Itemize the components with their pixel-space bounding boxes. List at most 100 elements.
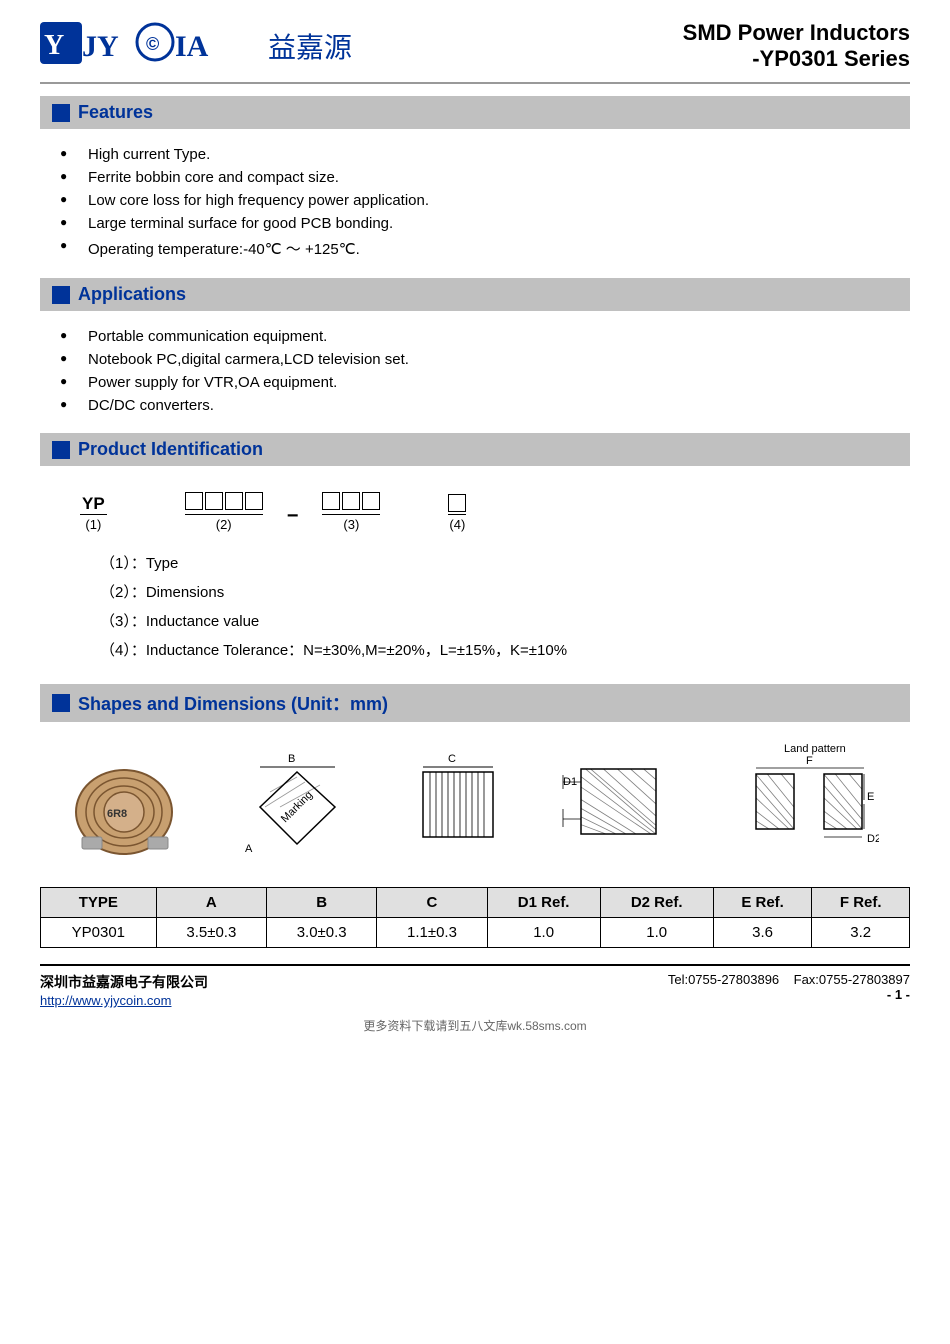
- svg-text:Y: Y: [44, 30, 64, 61]
- pid-group-1: YP (1): [80, 494, 107, 532]
- cell-b: 3.0±0.3: [267, 918, 377, 948]
- logo-chinese: 益嘉源: [268, 26, 352, 66]
- svg-text:E: E: [867, 791, 874, 803]
- pid-box: [205, 492, 223, 510]
- pid-desc-4: （4）：Inductance Tolerance：N=±30%,M=±20%，L…: [100, 639, 870, 660]
- svg-text:Land pattern: Land pattern: [784, 743, 846, 755]
- product-id-section-header: Product Identification: [40, 433, 910, 466]
- main-title: SMD Power Inductors: [683, 20, 910, 46]
- col-d1: D1 Ref.: [487, 888, 600, 918]
- pid-label-4: (4): [449, 517, 465, 532]
- svg-text:6R8: 6R8: [107, 808, 127, 820]
- list-item: Portable communication equipment.: [60, 325, 910, 348]
- features-list: High current Type. Ferrite bobbin core a…: [40, 139, 910, 270]
- pid-desc-2: （2）：Dimensions: [100, 581, 870, 602]
- shapes-blue-square: [52, 694, 70, 712]
- website-link[interactable]: http://www.yjycoin.com: [40, 993, 172, 1008]
- pid-box: [448, 494, 466, 512]
- pid-label-1: (1): [85, 517, 101, 532]
- shapes-section-header: Shapes and Dimensions (Unit：mm): [40, 684, 910, 722]
- col-type: TYPE: [41, 888, 157, 918]
- pid-dash: −: [287, 505, 299, 528]
- pid-descriptions: （1）：Type （2）：Dimensions （3）：Inductance v…: [80, 552, 870, 660]
- watermark: 更多资料下载请到五八文库wk.58sms.com: [40, 1017, 910, 1034]
- col-d2: D2 Ref.: [600, 888, 713, 918]
- pid-boxes-3: [322, 492, 380, 510]
- list-item: Ferrite bobbin core and compact size.: [60, 166, 910, 189]
- company-logo: Y JY © IA: [40, 20, 260, 72]
- col-c: C: [377, 888, 487, 918]
- applications-blue-square: [52, 286, 70, 304]
- pid-label-3: (3): [343, 517, 359, 532]
- footer-tel: Tel:0755-27803896: [668, 972, 779, 987]
- shapes-title: Shapes and Dimensions (Unit：mm): [78, 690, 388, 716]
- svg-text:JY: JY: [82, 30, 119, 63]
- applications-title: Applications: [78, 284, 186, 305]
- side-section-diagram: C: [418, 752, 498, 861]
- product-id-blue-square: [52, 441, 70, 459]
- company-name: 深圳市益嘉源电子有限公司: [40, 972, 208, 992]
- svg-text:B: B: [288, 753, 295, 765]
- pid-box: [362, 492, 380, 510]
- svg-text:Marking: Marking: [278, 789, 314, 825]
- footer-right: Tel:0755-27803896 Fax:0755-27803897 - 1 …: [668, 972, 910, 1002]
- cell-type: YP0301: [41, 918, 157, 948]
- svg-text:©: ©: [146, 34, 159, 54]
- col-f: F Ref.: [812, 888, 910, 918]
- cell-d1: 1.0: [487, 918, 600, 948]
- pid-group-2: (2): [185, 492, 263, 532]
- features-title: Features: [78, 102, 153, 123]
- product-id-diagram: YP (1) (2) −: [80, 492, 870, 532]
- list-item: DC/DC converters.: [60, 394, 910, 417]
- page-header: Y JY © IA 益嘉源 SMD Power Inductors -YP030…: [40, 20, 910, 84]
- page-number: - 1 -: [887, 987, 910, 1002]
- features-blue-square: [52, 104, 70, 122]
- pid-box: [185, 492, 203, 510]
- col-e: E Ref.: [713, 888, 812, 918]
- dimensions-table: TYPE A B C D1 Ref. D2 Ref. E Ref. F Ref.…: [40, 887, 910, 948]
- list-item: Operating temperature:-40℃ ～ +125℃.: [60, 235, 910, 262]
- pid-group-3: (3): [322, 492, 380, 532]
- product-id-area: YP (1) (2) −: [40, 476, 910, 676]
- cell-d2: 1.0: [600, 918, 713, 948]
- cell-a: 3.5±0.3: [156, 918, 266, 948]
- svg-text:F: F: [806, 755, 813, 767]
- pid-desc-1: （1）：Type: [100, 552, 870, 573]
- applications-list: Portable communication equipment. Notebo…: [40, 321, 910, 425]
- table-header-row: TYPE A B C D1 Ref. D2 Ref. E Ref. F Ref.: [41, 888, 910, 918]
- footer-fax: Fax:0755-27803897: [794, 972, 910, 987]
- product-id-title: Product Identification: [78, 439, 263, 460]
- svg-text:C: C: [448, 753, 456, 765]
- page-footer: 深圳市益嘉源电子有限公司 http://www.yjycoin.com Tel:…: [40, 964, 910, 1009]
- pid-box: [322, 492, 340, 510]
- pid-desc-3: （3）：Inductance value: [100, 610, 870, 631]
- logo-area: Y JY © IA 益嘉源: [40, 20, 352, 72]
- pid-box: [245, 492, 263, 510]
- table-row: YP0301 3.5±0.3 3.0±0.3 1.1±0.3 1.0 1.0 3…: [41, 918, 910, 948]
- pid-box: [225, 492, 243, 510]
- list-item: Large terminal surface for good PCB bond…: [60, 212, 910, 235]
- cell-e: 3.6: [713, 918, 812, 948]
- svg-text:IA: IA: [175, 30, 209, 63]
- footer-left: 深圳市益嘉源电子有限公司 http://www.yjycoin.com: [40, 972, 208, 1009]
- shapes-diagrams: 6R8 B Marking A C: [40, 732, 910, 877]
- list-item: Low core loss for high frequency power a…: [60, 189, 910, 212]
- pid-prefix: YP: [80, 494, 107, 515]
- coil-diagram: 6R8: [72, 767, 177, 861]
- col-a: A: [156, 888, 266, 918]
- list-item: High current Type.: [60, 143, 910, 166]
- cell-f: 3.2: [812, 918, 910, 948]
- pid-group-4: (4): [448, 494, 466, 532]
- col-b: B: [267, 888, 377, 918]
- svg-text:D2: D2: [867, 833, 879, 845]
- list-item: Power supply for VTR,OA equipment.: [60, 371, 910, 394]
- applications-section-header: Applications: [40, 278, 910, 311]
- pid-box: [342, 492, 360, 510]
- diamond-diagram: B Marking A: [240, 752, 355, 861]
- list-item: Notebook PC,digital carmera,LCD televisi…: [60, 348, 910, 371]
- pid-label-2: (2): [216, 517, 232, 532]
- pid-boxes-4: [185, 492, 263, 510]
- cell-c: 1.1±0.3: [377, 918, 487, 948]
- title-area: SMD Power Inductors -YP0301 Series: [683, 20, 910, 72]
- front-view-diagram: D1: [561, 747, 671, 861]
